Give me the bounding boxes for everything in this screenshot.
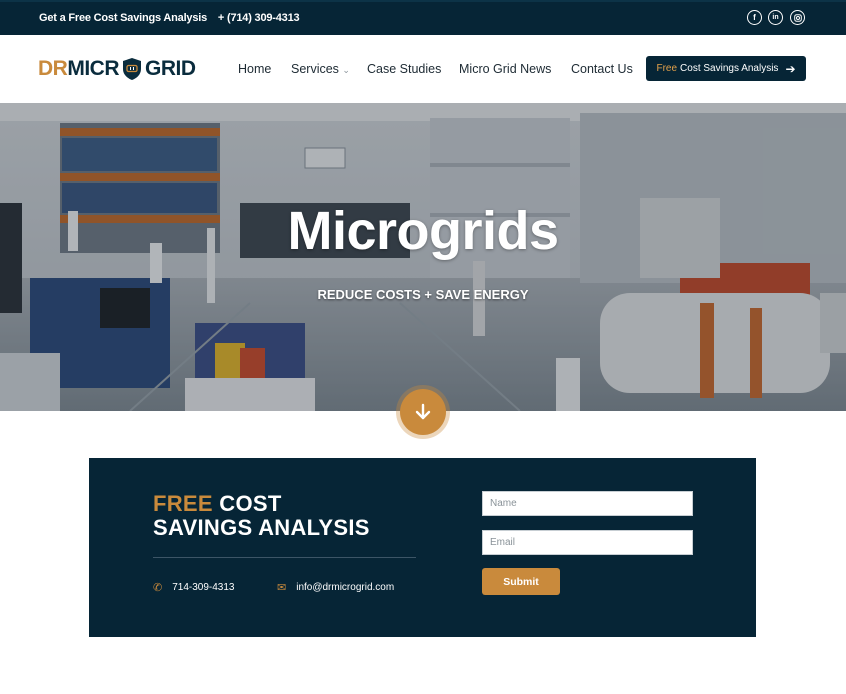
hero-title: Microgrids [287,201,559,261]
free-analysis-button[interactable]: Free Cost Savings Analysis ➔ [646,56,806,81]
cta-free: Free [656,63,678,74]
envelope-icon: ✉ [277,582,287,594]
submit-button[interactable]: Submit [482,568,560,595]
panel-title: FREE COST SAVINGS ANALYSIS [153,492,370,540]
email-input[interactable]: Email [482,530,693,555]
panel-title-line2: SAVINGS ANALYSIS [153,515,370,540]
logo-grid: GRID [145,57,196,80]
nav-contact-us[interactable]: Contact Us [571,62,633,76]
instagram-icon[interactable] [790,10,805,25]
phone-icon: ✆ [153,582,163,594]
scroll-down-button[interactable] [396,385,450,439]
site-logo[interactable]: DR MICR GRID [38,57,196,81]
panel-title-cost: COST [212,491,282,516]
nav-case-studies[interactable]: Case Studies [367,62,441,76]
free-analysis-panel: FREE COST SAVINGS ANALYSIS ✆ 714-309-431… [89,458,756,637]
top-bar: Get a Free Cost Savings Analysis + (714)… [0,0,846,35]
promo-label[interactable]: Get a Free Cost Savings Analysis [39,12,207,24]
nav-home[interactable]: Home [238,62,271,76]
nav-services[interactable]: Services ⌄ [291,62,350,76]
panel-phone[interactable]: ✆ 714-309-4313 [153,581,235,594]
promo-text: Get a Free Cost Savings Analysis + (714)… [39,12,300,24]
cta-label: Cost Savings Analysis [680,63,779,74]
hero-subtitle: REDUCE COSTS + SAVE ENERGY [317,287,529,302]
logo-dr: DR [38,57,68,80]
panel-title-free: FREE [153,491,213,516]
arrow-right-icon: ➔ [785,61,796,76]
panel-email[interactable]: ✉ info@drmicrogrid.com [277,581,394,594]
name-input[interactable]: Name [482,491,693,516]
top-phone-link[interactable]: + (714) 309-4313 [218,12,300,24]
panel-email-text: info@drmicrogrid.com [296,582,395,593]
shield-logo-icon [123,58,142,80]
linkedin-icon[interactable]: in [768,10,783,25]
chevron-down-icon: ⌄ [342,65,350,75]
nav-micro-grid-news[interactable]: Micro Grid News [459,62,551,76]
nav-services-label: Services [291,62,339,76]
hero-banner: Microgrids REDUCE COSTS + SAVE ENERGY [0,103,846,411]
panel-divider [153,557,416,558]
logo-micro: MICR [67,57,120,80]
facebook-icon[interactable]: f [747,10,762,25]
scroll-down-inner [400,389,446,435]
panel-phone-text: 714-309-4313 [172,582,235,593]
arrow-down-icon [415,403,431,420]
